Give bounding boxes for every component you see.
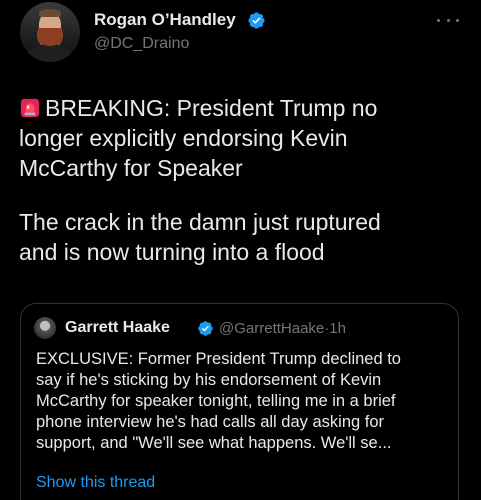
author-display-name[interactable]: Rogan O’Handley <box>94 10 236 30</box>
quoted-tweet-time[interactable]: 1h <box>329 320 346 337</box>
quoted-text-line: say if he's sticking by his endorsement … <box>36 371 382 389</box>
more-dot <box>437 18 440 22</box>
tweet-text-paragraph-2: The crack in the damn just ruptured and … <box>19 207 469 267</box>
quoted-author-handle-time[interactable]: @GarrettHaake·1h <box>219 320 346 337</box>
quoted-text-line: EXCLUSIVE: Former President Trump declin… <box>36 350 401 368</box>
quoted-tweet-text: EXCLUSIVE: Former President Trump declin… <box>36 349 456 454</box>
quoted-text-line: McCarthy for speaker tonight, telling me… <box>36 392 396 410</box>
verified-badge-icon <box>198 321 213 336</box>
avatar-shirt <box>28 44 72 62</box>
tweet-text-line: The crack in the damn just ruptured <box>19 209 381 235</box>
tweet[interactable]: Rogan O’Handley @DC_Draino BREAKING: Pre… <box>0 0 481 500</box>
show-thread-link[interactable]: Show this thread <box>36 474 155 492</box>
more-options-icon[interactable] <box>437 11 459 29</box>
quoted-text-line: phone interview he's had calls all day a… <box>36 413 385 431</box>
tweet-text-line: and is now turning into a flood <box>19 239 325 265</box>
tweet-text-paragraph-1: BREAKING: President Trump no longer expl… <box>19 93 469 183</box>
quoted-tweet-card[interactable]: Garrett Haake @GarrettHaake·1h EXCLUSIVE… <box>20 303 459 500</box>
avatar-beard <box>38 28 62 46</box>
siren-icon <box>20 98 40 118</box>
quoted-author-handle[interactable]: @GarrettHaake <box>219 320 324 337</box>
tweet-text-line: longer explicitly endorsing Kevin <box>19 125 348 151</box>
more-dot <box>446 18 450 22</box>
more-dot <box>456 18 459 22</box>
quoted-author-avatar[interactable] <box>34 317 56 339</box>
author-handle[interactable]: @DC_Draino <box>94 35 189 53</box>
author-avatar[interactable] <box>20 2 80 62</box>
avatar-hair <box>39 9 61 17</box>
quoted-author-display-name[interactable]: Garrett Haake <box>65 319 170 337</box>
quoted-text-line: support, and "We'll see what happens. We… <box>36 434 392 452</box>
tweet-text-line: McCarthy for Speaker <box>19 155 243 181</box>
verified-badge-icon <box>248 12 265 29</box>
tweet-text-line-content: BREAKING: President Trump no <box>45 95 378 121</box>
tweet-text-line: BREAKING: President Trump no <box>19 93 469 123</box>
